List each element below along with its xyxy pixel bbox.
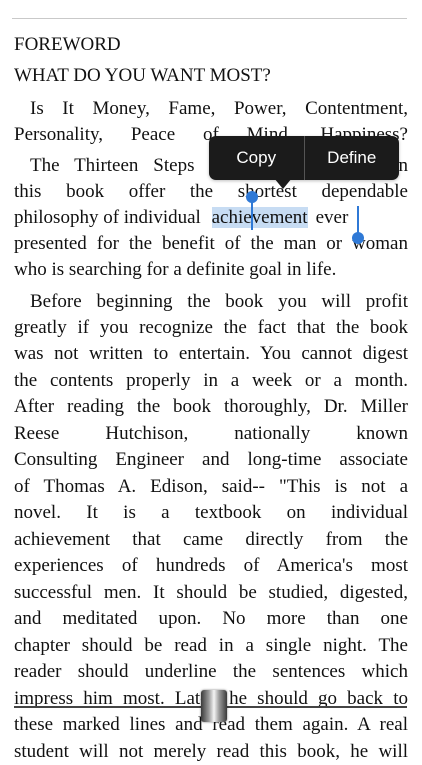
text-line[interactable]: experiences of hundreds of America's mos… xyxy=(14,553,408,579)
chapter-subheading: WHAT DO YOU WANT MOST? xyxy=(14,65,271,86)
text-line[interactable]: chapter should be read in a single night… xyxy=(14,633,408,659)
text-line[interactable]: student will not merely read this book, … xyxy=(14,739,408,765)
selection-end-knob[interactable] xyxy=(352,232,364,244)
text-line[interactable]: Is It Money, Fame, Power, Contentment, xyxy=(30,96,408,122)
text-segment: ever xyxy=(315,207,349,228)
book-page: FOREWORD WHAT DO YOU WANT MOST? Is It Mo… xyxy=(0,0,422,762)
page-slider-thumb[interactable] xyxy=(201,690,227,722)
text-line[interactable]: reader should underline the sentences wh… xyxy=(14,659,408,685)
selection-context-menu: Copy Define xyxy=(209,136,399,180)
text-line[interactable]: presented for the benefit of the man or … xyxy=(14,231,408,257)
text-line[interactable]: of Thomas A. Edison, said-- "This is not… xyxy=(14,474,408,500)
text-line[interactable]: Before beginning the book you will profi… xyxy=(30,289,408,315)
text-segment: philosophy of individual xyxy=(14,207,201,228)
text-line[interactable]: greatly if you recognize the fact that t… xyxy=(14,315,408,341)
define-button[interactable]: Define xyxy=(305,136,400,180)
top-divider xyxy=(12,18,407,19)
selection-start-handle[interactable] xyxy=(251,200,253,230)
text-line[interactable]: Reese Hutchison, nationally known xyxy=(14,421,408,447)
selected-word[interactable]: achievement xyxy=(211,207,308,228)
selection-start-knob[interactable] xyxy=(246,191,258,203)
text-line[interactable]: and meditated upon. No more than one xyxy=(14,606,408,632)
text-line[interactable]: this book offer the shortest dependable xyxy=(14,179,408,205)
menu-pointer-arrow xyxy=(274,178,292,189)
chapter-heading: FOREWORD xyxy=(14,34,121,55)
text-line[interactable]: achievement that came directly from the xyxy=(14,527,408,553)
text-line-with-selection[interactable]: philosophy of individual achievement ever xyxy=(14,205,408,231)
text-line[interactable]: was not written to entertain. You cannot… xyxy=(14,341,408,367)
copy-button[interactable]: Copy xyxy=(209,136,304,180)
text-line[interactable]: Consulting Engineer and long-time associ… xyxy=(14,447,408,473)
text-line[interactable]: who is searching for a definite goal in … xyxy=(14,257,408,283)
text-line[interactable]: After reading the book thoroughly, Dr. M… xyxy=(14,394,408,420)
text-line[interactable]: the contents properly in a week or a mon… xyxy=(14,368,408,394)
text-line[interactable]: successful men. It should be studied, di… xyxy=(14,580,408,606)
text-line[interactable]: novel. It is a textbook on individual xyxy=(14,500,408,526)
